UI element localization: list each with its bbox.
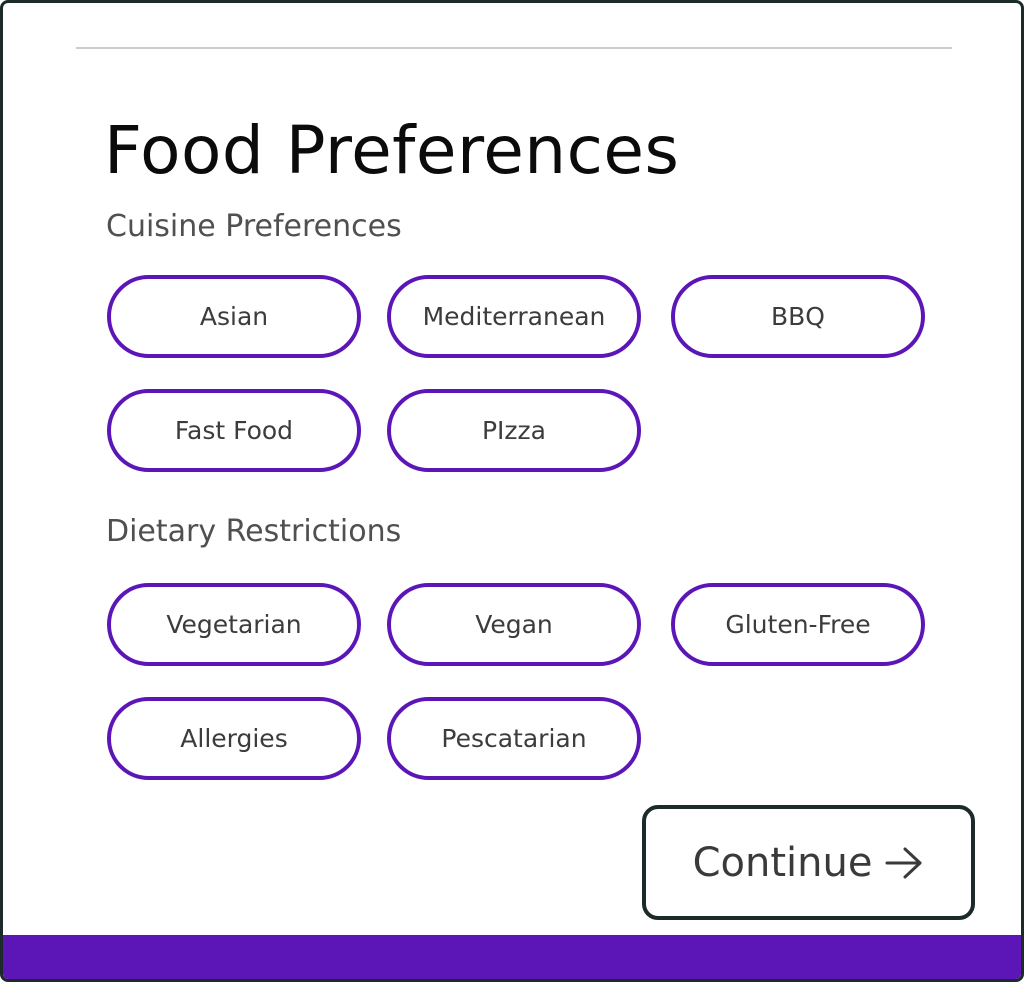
chip-dietary-allergies[interactable]: Allergies xyxy=(107,697,361,780)
chip-cuisine-bbq[interactable]: BBQ xyxy=(671,275,925,358)
chip-dietary-gluten-free[interactable]: Gluten-Free xyxy=(671,583,925,666)
page-title: Food Preferences xyxy=(104,112,680,189)
cuisine-preferences-heading: Cuisine Preferences xyxy=(106,209,402,244)
chip-cuisine-asian[interactable]: Asian xyxy=(107,275,361,358)
continue-button[interactable]: Continue xyxy=(642,805,975,920)
top-divider xyxy=(76,47,952,49)
arrow-right-icon xyxy=(884,845,924,881)
continue-label: Continue xyxy=(692,839,873,886)
chip-dietary-pescatarian[interactable]: Pescatarian xyxy=(387,697,641,780)
dietary-restrictions-heading: Dietary Restrictions xyxy=(106,514,402,549)
chip-cuisine-fast-food[interactable]: Fast Food xyxy=(107,389,361,472)
chip-dietary-vegan[interactable]: Vegan xyxy=(387,583,641,666)
chip-cuisine-pizza[interactable]: PIzza xyxy=(387,389,641,472)
preferences-card: Food Preferences Cuisine Preferences Asi… xyxy=(0,0,1024,982)
chip-cuisine-mediterranean[interactable]: Mediterranean xyxy=(387,275,641,358)
bottom-accent-bar xyxy=(3,935,1021,979)
chip-dietary-vegetarian[interactable]: Vegetarian xyxy=(107,583,361,666)
